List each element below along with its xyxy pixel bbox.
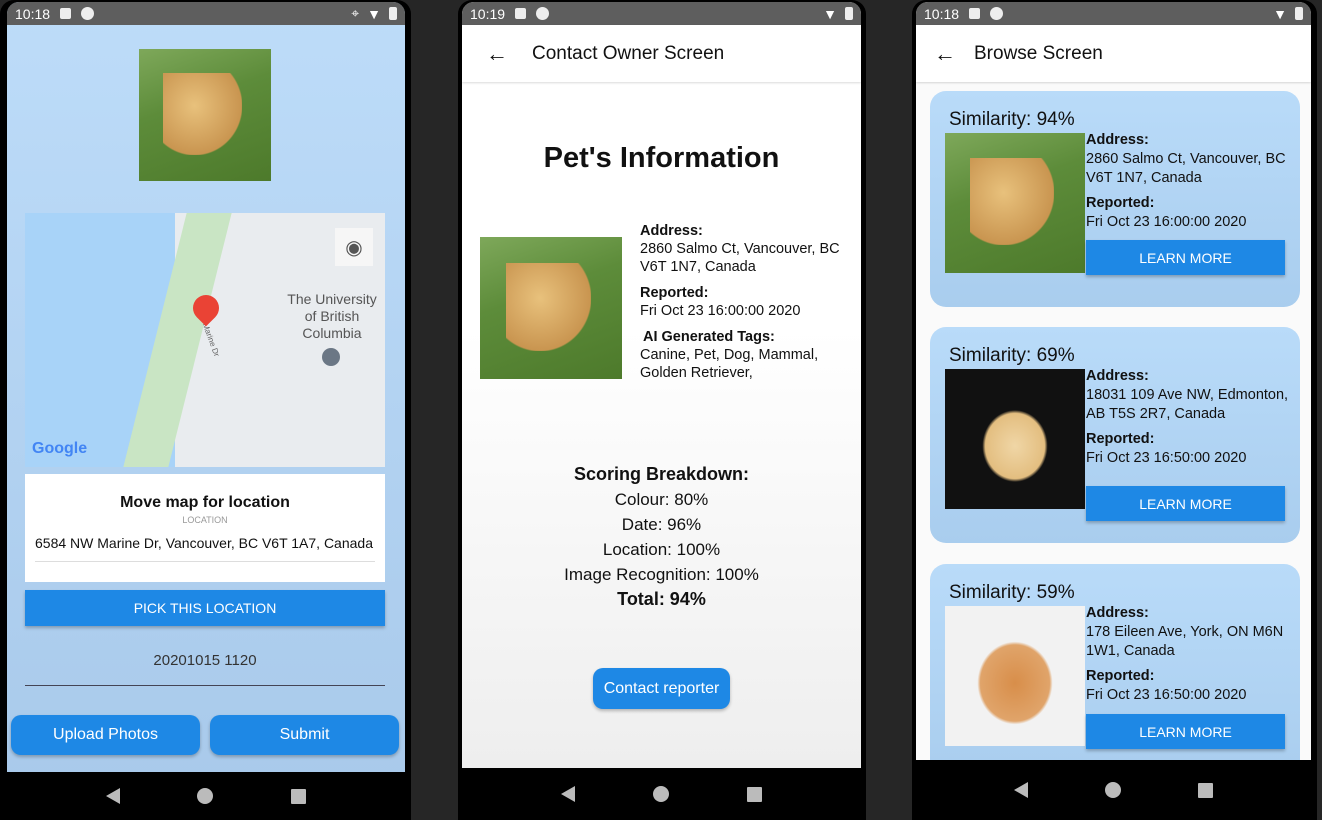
location-icon: ⌖ <box>351 5 360 21</box>
screen-title: Browse Screen <box>974 42 1103 64</box>
battery-icon <box>845 7 853 20</box>
notification-icon <box>515 8 527 19</box>
back-nav-icon[interactable] <box>561 786 575 802</box>
nav-bar <box>462 768 861 820</box>
status-bar: 10:19 ▼ <box>462 2 861 25</box>
learn-more-button[interactable]: LEARN MORE <box>1086 714 1285 749</box>
back-nav-icon[interactable] <box>1014 782 1029 798</box>
contact-reporter-button[interactable]: Contact reporter <box>593 668 730 709</box>
wifi-icon: ▼ <box>1273 5 1287 22</box>
notification-icon <box>969 8 981 19</box>
app-bar: ← Browse Screen <box>916 25 1311 82</box>
location-title: Move map for location <box>120 494 290 511</box>
pet-info: Address: 2860 Salmo Ct, Vancouver, BC V6… <box>640 223 840 381</box>
clock: 10:19 <box>470 5 506 22</box>
my-location-icon[interactable]: ◉ <box>335 228 373 266</box>
notification-icon <box>60 8 72 19</box>
status-bar: 10:18 ▼ <box>916 2 1311 25</box>
wifi-icon: ▼ <box>823 5 837 22</box>
screen-title: Contact Owner Screen <box>532 42 725 64</box>
university-icon <box>322 348 340 366</box>
submit-button[interactable]: Submit <box>210 715 399 755</box>
battery-icon <box>389 7 397 20</box>
address: 2860 Salmo Ct, Vancouver, BC V6T 1N7, Ca… <box>640 241 840 275</box>
google-logo: Google <box>32 440 88 457</box>
nav-bar <box>7 772 405 820</box>
battery-icon <box>1295 7 1303 20</box>
app-icon <box>81 7 95 20</box>
ai-tags: Canine, Pet, Dog, Mammal, Golden Retriev… <box>640 347 819 381</box>
recents-nav-icon[interactable] <box>291 788 307 804</box>
phone-report: 10:18 ⌖ ▼ NW Marine Dr The University of B… <box>0 0 411 820</box>
result-card[interactable]: Similarity: 94% Address: 2860 Salmo Ct, V… <box>930 91 1300 307</box>
map[interactable]: NW Marine Dr The University of British C… <box>25 213 385 467</box>
recents-nav-icon[interactable] <box>1197 782 1213 798</box>
pet-photo <box>480 237 622 379</box>
home-nav-icon[interactable] <box>653 786 669 802</box>
page-title: Pet's Information <box>543 142 780 174</box>
nav-bar <box>916 760 1311 820</box>
back-arrow-icon[interactable]: ← <box>916 41 974 67</box>
pick-location-button[interactable]: PICK THIS LOCATION <box>25 590 385 626</box>
total-score: Total: 94% <box>617 589 706 609</box>
learn-more-button[interactable]: LEARN MORE <box>1086 486 1285 521</box>
pet-photo <box>945 606 1085 746</box>
status-bar: 10:18 ⌖ ▼ <box>7 2 405 25</box>
recents-nav-icon[interactable] <box>747 786 762 802</box>
pet-photo <box>945 133 1085 273</box>
learn-more-button[interactable]: LEARN MORE <box>1086 240 1285 275</box>
back-arrow-icon[interactable]: ← <box>462 41 532 67</box>
home-nav-icon[interactable] <box>1104 782 1121 798</box>
clock: 10:18 <box>924 5 960 22</box>
back-nav-icon[interactable] <box>105 788 120 804</box>
phone-contact: 10:19 ▼ ← Contact Owner Screen Pet's Infor… <box>458 0 866 820</box>
clock: 10:18 <box>15 5 51 22</box>
location-field[interactable]: 6584 NW Marine Dr, Vancouver, BC V6T 1A7… <box>35 535 375 562</box>
location-panel: Move map for location LOCATION 6584 NW M… <box>25 474 385 582</box>
phone-browse: 10:18 ▼ ← Browse Screen Similarity: 94% Ad… <box>912 0 1317 820</box>
home-nav-icon[interactable] <box>197 788 214 804</box>
app-icon <box>990 7 1004 20</box>
result-card[interactable]: Similarity: 69% Address: 18031 109 Ave NW… <box>930 327 1300 543</box>
datetime-field[interactable]: 20201015 1120 <box>25 652 385 686</box>
app-bar: ← Contact Owner Screen <box>462 25 861 82</box>
pet-photo[interactable] <box>139 49 271 181</box>
scoring-breakdown: Scoring Breakdown: Colour: 80% Date: 96%… <box>462 462 861 612</box>
upload-photos-button[interactable]: Upload Photos <box>11 715 200 755</box>
pet-photo <box>945 369 1085 509</box>
app-icon <box>536 7 550 20</box>
wifi-icon: ▼ <box>367 5 381 22</box>
result-card[interactable]: Similarity: 59% Address: 178 Eileen Ave, … <box>930 564 1300 780</box>
reported-date: Fri Oct 23 16:00:00 2020 <box>640 303 801 319</box>
